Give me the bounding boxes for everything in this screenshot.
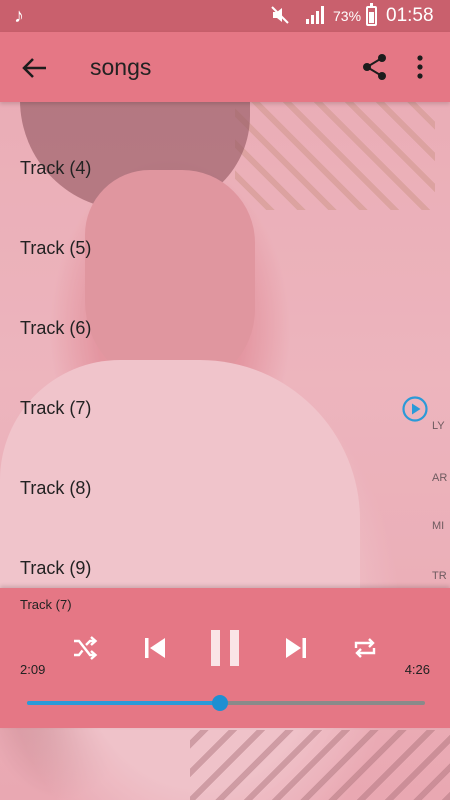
track-label: Track (9) [20, 558, 92, 578]
share-icon[interactable] [360, 52, 390, 82]
total-time: 4:26 [404, 662, 430, 677]
track-item[interactable]: Track (4) [0, 130, 450, 210]
track-item[interactable]: Track (6) [0, 290, 450, 370]
battery-percent: 73% [333, 8, 362, 24]
elapsed-time: 2:09 [20, 662, 46, 677]
player-panel: Track (7) 2:09 4:26 [0, 588, 450, 728]
arrow-back-icon[interactable] [20, 53, 50, 83]
pause-icon[interactable] [208, 628, 242, 668]
now-playing-title: Track (7) [20, 597, 72, 612]
battery-icon [366, 3, 377, 26]
seek-bar[interactable] [27, 695, 425, 711]
track-item[interactable]: Track (5) [0, 210, 450, 290]
status-bar: ♪ 73% 01:58 [0, 0, 450, 32]
skip-previous-icon[interactable] [142, 635, 168, 661]
repeat-icon[interactable] [352, 636, 378, 660]
track-label: Track (7) [20, 398, 92, 418]
track-label: Track (6) [20, 318, 92, 338]
music-note-icon: ♪ [14, 5, 24, 27]
skip-next-icon[interactable] [283, 635, 309, 661]
clock: 01:58 [386, 5, 434, 26]
play-circle-icon[interactable] [401, 395, 429, 423]
more-vert-icon[interactable] [408, 52, 432, 82]
shuffle-icon[interactable] [72, 636, 98, 660]
track-label: Track (4) [20, 158, 92, 178]
mute-icon [271, 6, 289, 24]
signal-icon [306, 6, 324, 24]
track-item-playing[interactable]: Track (7) [0, 370, 450, 450]
seek-bar-progress [27, 701, 221, 705]
seek-bar-thumb[interactable] [212, 695, 229, 711]
track-label: Track (5) [20, 238, 92, 258]
track-label: Track (8) [20, 478, 92, 498]
page-title: songs [90, 54, 152, 80]
app-toolbar: songs [0, 32, 450, 102]
track-item[interactable]: Track (8) [0, 450, 450, 530]
